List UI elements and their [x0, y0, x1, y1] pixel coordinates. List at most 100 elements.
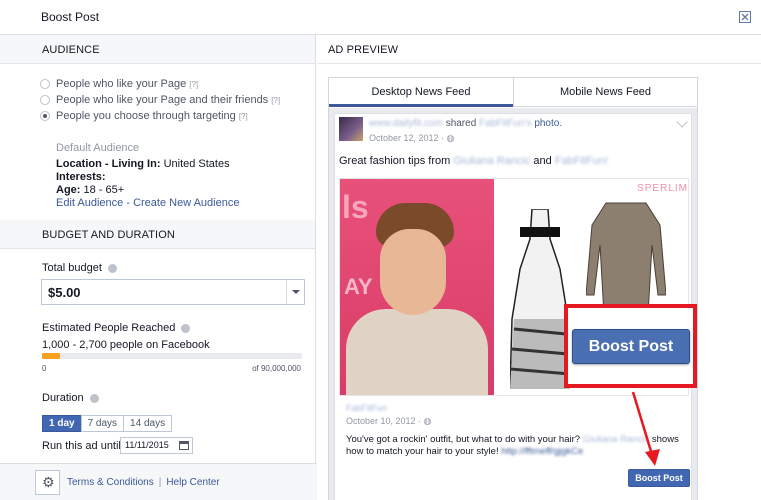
audience-option-label: People who like your Page: [56, 78, 187, 90]
photo-figure-body: [346, 309, 488, 395]
radio-button[interactable]: [40, 79, 50, 89]
total-budget-text: Total budget: [42, 262, 102, 274]
audience-option-label: People you choose through targeting: [56, 110, 236, 122]
shared-post-name[interactable]: FabFitFun: [346, 403, 387, 413]
close-icon[interactable]: [739, 11, 751, 23]
calendar-icon[interactable]: [179, 441, 189, 450]
terms-link[interactable]: Terms & Conditions: [67, 477, 154, 488]
age-value: 18 - 65+: [83, 184, 125, 196]
duration-7-days[interactable]: 7 days: [80, 415, 125, 432]
preview-tabs: Desktop News Feed Mobile News Feed: [329, 78, 697, 107]
shared-text-part: You've got a rockin' outfit, but what to…: [346, 434, 583, 445]
photo-figure-face: [380, 229, 446, 315]
duration-label-text: Duration: [42, 392, 84, 404]
default-audience-title: Default Audience: [56, 142, 140, 154]
caption-prefix: Great fashion tips from: [339, 155, 454, 167]
run-until-date-input[interactable]: 11/11/2015: [120, 437, 193, 454]
caption-name[interactable]: FabFitFun!: [555, 155, 608, 167]
boost-post-button[interactable]: Boost Post: [628, 469, 690, 487]
reach-bar: [42, 353, 302, 359]
link-separator: -: [123, 197, 134, 209]
duration-1-day[interactable]: 1 day: [42, 415, 82, 432]
total-budget-label: Total budget: [42, 262, 117, 274]
white-dress-graphic: [510, 209, 570, 389]
radio-button[interactable]: [40, 95, 50, 105]
footer-links: Terms & Conditions | Help Center: [67, 477, 220, 488]
settings-panel: AUDIENCE People who like your Page [?] P…: [0, 35, 316, 463]
reach-estimate: 1,000 - 2,700 people on Facebook: [42, 339, 210, 351]
reach-label-text: Estimated People Reached: [42, 322, 176, 334]
run-until-date-value: 11/11/2015: [125, 440, 169, 450]
globe-icon: ◍: [423, 416, 432, 426]
caption-name[interactable]: Giuliana Rancic: [453, 155, 530, 167]
duration-label: Duration: [42, 392, 99, 404]
help-link[interactable]: [?]: [239, 112, 248, 121]
edit-audience-link[interactable]: Edit Audience: [56, 197, 123, 209]
shared-word: shared: [445, 118, 477, 129]
post-header: www.dailyfit.com shared FabFitFun's phot…: [369, 118, 562, 129]
shared-text-name[interactable]: Giuliana Rancic: [583, 434, 650, 445]
info-icon[interactable]: [181, 323, 191, 333]
tab-desktop-news-feed[interactable]: Desktop News Feed: [329, 78, 513, 107]
total-budget-select[interactable]: $5.00: [41, 279, 305, 305]
caption-and: and: [530, 155, 555, 167]
audience-option-targeting[interactable]: People you choose through targeting [?]: [40, 110, 248, 122]
location-value: United States: [163, 158, 230, 170]
globe-icon: ◍: [446, 133, 455, 143]
audience-interests: Interests:: [56, 171, 106, 183]
tab-mobile-news-feed[interactable]: Mobile News Feed: [513, 78, 697, 107]
photo-backdrop-text: ls: [342, 189, 369, 225]
ad-preview-title: AD PREVIEW: [317, 35, 761, 64]
run-until-label: Run this ad until: [42, 440, 121, 452]
chevron-down-icon[interactable]: [286, 280, 304, 304]
settings-button[interactable]: ⚙: [35, 470, 60, 495]
post-caption: Great fashion tips from Giuliana Rancic …: [339, 155, 608, 167]
post-date: October 12, 2012 · ◍: [369, 133, 454, 144]
post-date-text: October 12, 2012 ·: [369, 133, 447, 143]
shared-date-text: October 10, 2012 ·: [346, 416, 424, 426]
reach-max: of 90,000,000: [252, 364, 301, 373]
reach-label: Estimated People Reached: [42, 322, 191, 334]
shared-from-name[interactable]: FabFitFun's: [479, 118, 531, 129]
reach-min: 0: [42, 364, 47, 373]
photo-link[interactable]: photo.: [534, 118, 562, 129]
info-icon[interactable]: [107, 263, 117, 273]
photo-backdrop-text-2: AY: [344, 274, 373, 299]
help-link[interactable]: [?]: [271, 96, 280, 105]
shared-post-date: October 10, 2012 · ◍: [346, 416, 431, 427]
radio-button-selected[interactable]: [40, 111, 50, 121]
audience-option-page-likes-friends[interactable]: People who like your Page and their frie…: [40, 94, 280, 106]
chevron-down-icon[interactable]: [676, 116, 688, 128]
duration-14-days[interactable]: 14 days: [123, 415, 173, 432]
avatar: [339, 117, 363, 141]
location-label: Location - Living In:: [56, 158, 161, 170]
dialog-titlebar: Boost Post: [0, 0, 761, 35]
shared-post-text: You've got a rockin' outfit, but what to…: [346, 434, 686, 458]
help-link[interactable]: [?]: [189, 80, 198, 89]
help-center-link[interactable]: Help Center: [166, 477, 219, 488]
audience-section-title: AUDIENCE: [0, 35, 315, 64]
dialog-footer: ⚙ Terms & Conditions | Help Center: [0, 463, 332, 500]
shared-post-link[interactable]: http://fftmeff/gjgkCe: [501, 446, 583, 457]
preview-box: Desktop News Feed Mobile News Feed www.d…: [328, 77, 698, 500]
audience-links: Edit Audience - Create New Audience: [56, 197, 239, 209]
photo-brand-text: SPERLIM: [637, 183, 688, 194]
ad-preview-panel: AD PREVIEW Desktop News Feed Mobile News…: [317, 35, 761, 500]
age-label: Age:: [56, 184, 81, 196]
create-audience-link[interactable]: Create New Audience: [133, 197, 239, 209]
budget-section-title: BUDGET AND DURATION: [0, 220, 315, 249]
poster-name[interactable]: www.dailyfit.com: [369, 118, 443, 129]
reach-bar-fill: [42, 353, 61, 359]
audience-location: Location - Living In: United States: [56, 158, 230, 170]
info-icon[interactable]: [89, 393, 99, 403]
interests-label: Interests:: [56, 171, 106, 183]
audience-option-label: People who like your Page and their frie…: [56, 94, 269, 106]
duration-selector: 1 day 7 days 14 days: [42, 415, 173, 432]
total-budget-value: $5.00: [48, 285, 81, 300]
gear-icon: ⚙: [42, 474, 55, 490]
photo-woman: ls AY: [340, 179, 494, 395]
audience-age: Age: 18 - 65+: [56, 184, 124, 196]
audience-option-page-likes[interactable]: People who like your Page [?]: [40, 78, 198, 90]
dialog-title: Boost Post: [41, 10, 100, 24]
boost-post-button-large[interactable]: Boost Post: [572, 329, 690, 364]
